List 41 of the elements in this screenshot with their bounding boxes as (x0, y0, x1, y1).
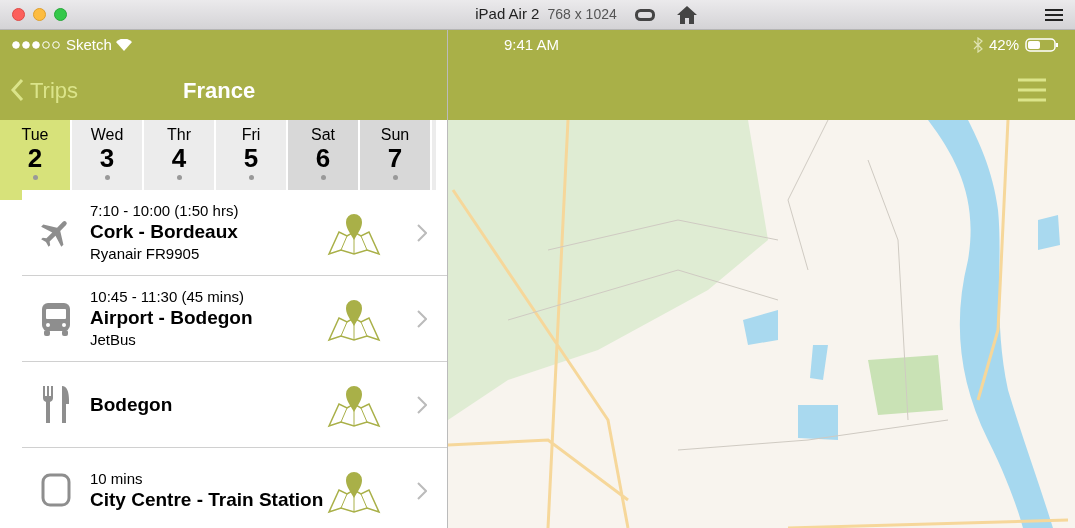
chevron-left-icon (10, 78, 24, 102)
home-icon[interactable] (676, 5, 697, 24)
route-title: Airport - Bodegon (90, 305, 254, 330)
route-title: City Centre - Train Station (90, 487, 325, 512)
fork-knife-icon (42, 385, 70, 424)
time-text: 10 mins (90, 469, 144, 488)
day-tab[interactable]: Thr 4 (144, 120, 214, 190)
clock-time: 9:41 AM (504, 34, 560, 55)
day-tab[interactable]: Sun 7 (360, 120, 430, 190)
battery-icon (1025, 38, 1059, 52)
window-title: iPad Air 2 (475, 4, 540, 25)
operator-text: Ryanair FR9905 (90, 243, 201, 264)
close-button[interactable] (12, 8, 25, 21)
carrier-name: Sketch (66, 34, 112, 55)
minimize-button[interactable] (33, 8, 46, 21)
chevron-right-icon (417, 395, 427, 414)
day-tab[interactable]: Fri 5 (216, 120, 286, 190)
day-tab[interactable]: Tue 2 (0, 120, 70, 200)
signal-icon (12, 41, 62, 49)
map-drawing[interactable] (448, 120, 1075, 528)
wifi-icon (115, 39, 132, 51)
menu-icon[interactable] (1045, 8, 1063, 21)
bluetooth-icon (972, 37, 983, 53)
day-tab[interactable]: Sat 6 (288, 120, 358, 190)
operator-text: JetBus (90, 329, 137, 350)
rotate-device-icon[interactable] (634, 8, 655, 21)
chevron-right-icon (417, 223, 427, 242)
route-title: Cork - Bordeaux (90, 219, 239, 244)
battery-percent: 42% (988, 34, 1019, 55)
route-title: Bodegon (90, 392, 174, 417)
itinerary-row[interactable]: 7:10 - 10:00 (1:50 hrs) Cork - Bordeaux Ryanair FR9905 (22, 190, 447, 276)
day-tab[interactable]: Wed 3 (72, 120, 142, 190)
zoom-button[interactable] (54, 8, 67, 21)
time-text: 10:45 - 11:30 (45 mins) (90, 287, 245, 306)
chevron-right-icon (417, 481, 427, 500)
window-size: 768 x 1024 (547, 5, 617, 24)
bus-icon (41, 300, 71, 337)
time-text: 7:10 - 10:00 (1:50 hrs) (90, 201, 240, 220)
chevron-right-icon (417, 309, 427, 328)
page-title: France (183, 76, 256, 105)
train-icon (41, 472, 71, 509)
